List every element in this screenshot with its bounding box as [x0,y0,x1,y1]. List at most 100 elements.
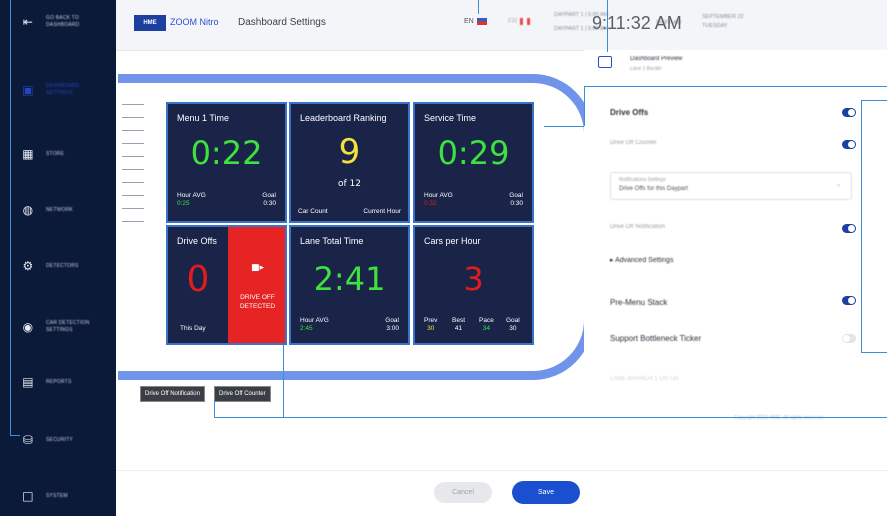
pre-menu-stack-toggle[interactable] [842,296,856,305]
tile-hour-avg: Hour AVG 0:25 [177,192,206,208]
lane-ticks [122,104,144,234]
cancel-button[interactable]: Cancel [434,482,492,503]
tile-hour-avg: Hour AVG 0:32 [424,192,453,208]
callout-line-ticker [861,352,887,353]
sidebar-item-detectors[interactable]: ⚙ DETECTORS [0,246,116,286]
tile-title: Lane Total Time [300,236,364,246]
drive-off-counter-label: Drive Off Counter [610,140,657,146]
tile-goal: Goal 30 [506,317,520,333]
tile-title: Menu 1 Time [177,113,230,123]
gear-icon: ⚙ [22,259,34,273]
pre-menu-stack-label: Pre-Menu Stack [610,298,668,307]
network-icon: ◍ [22,203,34,217]
sidebar-item-go-back[interactable]: ⇤ GO BACK TO DASHBOARD [0,2,116,42]
callout-line-dashboard [544,126,584,127]
tile-value: 9 [338,132,361,172]
callout-line-ticker-v [861,100,862,352]
app-name: ZOOM Nitro [170,17,219,27]
language-en-label: EN [464,18,474,25]
sidebar-item-security[interactable]: ⛁ SECURITY [0,420,116,460]
tile-value: 2:41 [313,260,386,298]
bottom-bar: Cancel Save [116,470,887,517]
tile-hour-avg-value: 2:45 [300,325,313,332]
tile-of-total: of 12 [338,179,361,189]
select-label: Notifications Settings [619,177,666,183]
callout-line-dashboard-v [584,86,585,126]
bottleneck-ticker-label: Support Bottleneck Ticker [610,334,702,343]
drive-off-detected-text: DRIVE OFF DETECTED [239,294,276,310]
date-line-2: TUESDAY [702,23,728,29]
tile-best: Best 41 [452,317,465,333]
sidebar-item-label: GO BACK TO DASHBOARD [46,15,80,28]
drive-off-notification-tag[interactable]: Drive Off Notification [140,386,205,402]
tile-goal: Goal 0:30 [262,192,276,208]
tile-pace-value: 34 [482,325,491,332]
tile-prev: Prev 30 [424,317,437,333]
faded-section-label: LANE BRANCH 1 ON OR [610,376,680,382]
tile-goal-label: Goal [509,192,523,199]
logo: HME [134,15,166,31]
drive-off-counter-toggle[interactable] [842,140,856,149]
notification-select[interactable]: Notifications Settings Drive Offs for th… [610,172,852,200]
callout-line-dashboard-h [584,86,887,87]
tile-cars-per-hour[interactable]: Cars per Hour 3 Prev 30 Best 41 Pace 34 … [413,225,534,345]
tile-goal-value: 3:00 [386,325,399,332]
sidebar-item-reports[interactable]: ▤ REPORTS [0,362,116,402]
advanced-settings-label: Advanced Settings [615,257,674,264]
date-line-1: SEPTEMBER 22 [702,14,744,20]
car-detection-icon: ◉ [22,320,34,334]
sidebar-item-label: DASHBOARD SETTINGS [46,83,80,96]
tile-service-time[interactable]: Service Time 0:29 Hour AVG 0:32 Goal 0:3… [413,102,534,223]
sidebar-item-car-detection[interactable]: ◉ CAR DETECTION SETTINGS [0,307,116,347]
tile-drive-offs[interactable]: Drive Offs 0 This Day ■▸ DRIVE OFF DETEC… [166,225,287,345]
sidebar-item-network[interactable]: ◍ NETWORK [0,190,116,230]
dashboard-icon: ▣ [22,83,34,97]
tile-title: Leaderboard Ranking [300,113,387,123]
copyright: Copyright 2021 HME. All rights reserved. [734,415,825,421]
tile-prev-value: 30 [427,325,435,332]
tile-car-count-label: Car Count [298,208,328,215]
advanced-settings-link[interactable]: ▸ Advanced Settings [610,256,673,264]
back-arrow-icon: ⇤ [22,15,34,29]
tile-goal-value: 30 [509,325,517,332]
top-bar: HME ZOOM Nitro Dashboard Settings EN FR … [116,0,887,51]
drive-offs-label: Drive Offs [610,108,649,117]
canada-flag-icon [520,18,531,25]
tile-goal-value: 0:30 [263,200,276,207]
callout-line-tags-v [214,400,215,417]
callout-line-security [10,0,11,436]
drive-off-notification-toggle[interactable] [842,224,856,233]
chevron-down-icon: ⌄ [835,182,841,188]
preview-icon [598,56,612,68]
tile-leaderboard[interactable]: Leaderboard Ranking 9 of 12 Car Count Cu… [289,102,410,223]
tile-prev-label: Prev [424,317,438,324]
callout-line-tags [283,345,284,417]
tile-lane-total-time[interactable]: Lane Total Time 2:41 Hour AVG 2:45 Goal … [289,225,410,345]
tile-pace-label: Pace [479,317,494,324]
drive-offs-toggle[interactable] [842,108,856,117]
page-title: Dashboard Settings [238,17,326,28]
drive-off-counter-tag[interactable]: Drive Off Counter [214,386,271,402]
language-en-button[interactable]: EN [464,18,487,25]
tile-hour-avg-value: 0:25 [177,200,190,207]
sidebar-item-system[interactable]: □ SYSTEM [0,476,116,516]
bottleneck-ticker-toggle[interactable] [842,334,856,343]
tile-menu-time[interactable]: Menu 1 Time 0:22 Hour AVG 0:25 Goal 0:30 [166,102,287,223]
drive-off-notification-label: Drive Off Notification [610,224,665,230]
tile-title: Service Time [424,113,477,123]
save-button[interactable]: Save [512,481,580,504]
tile-value: 0 [186,259,210,300]
tile-title: Drive Offs [177,236,217,246]
sidebar-item-store[interactable]: ▦ STORE [0,134,116,174]
language-fr-label: FR [508,18,518,25]
date-info: SEPTEMBER 22 TUESDAY [702,13,744,31]
language-fr-button[interactable]: FR [508,18,531,25]
sidebar-item-dashboard-settings[interactable]: ▣ DASHBOARD SETTINGS [0,70,116,110]
sidebar-item-label: REPORTS [46,378,72,385]
callout-line-security-h [10,435,20,436]
tile-pace: Pace 34 [479,317,494,333]
callout-line-lang [478,0,479,14]
tile-current-hour-label: Current Hour [363,208,401,215]
tile-goal: Goal 0:30 [509,192,523,208]
tile-hour-avg-label: Hour AVG [424,192,453,199]
